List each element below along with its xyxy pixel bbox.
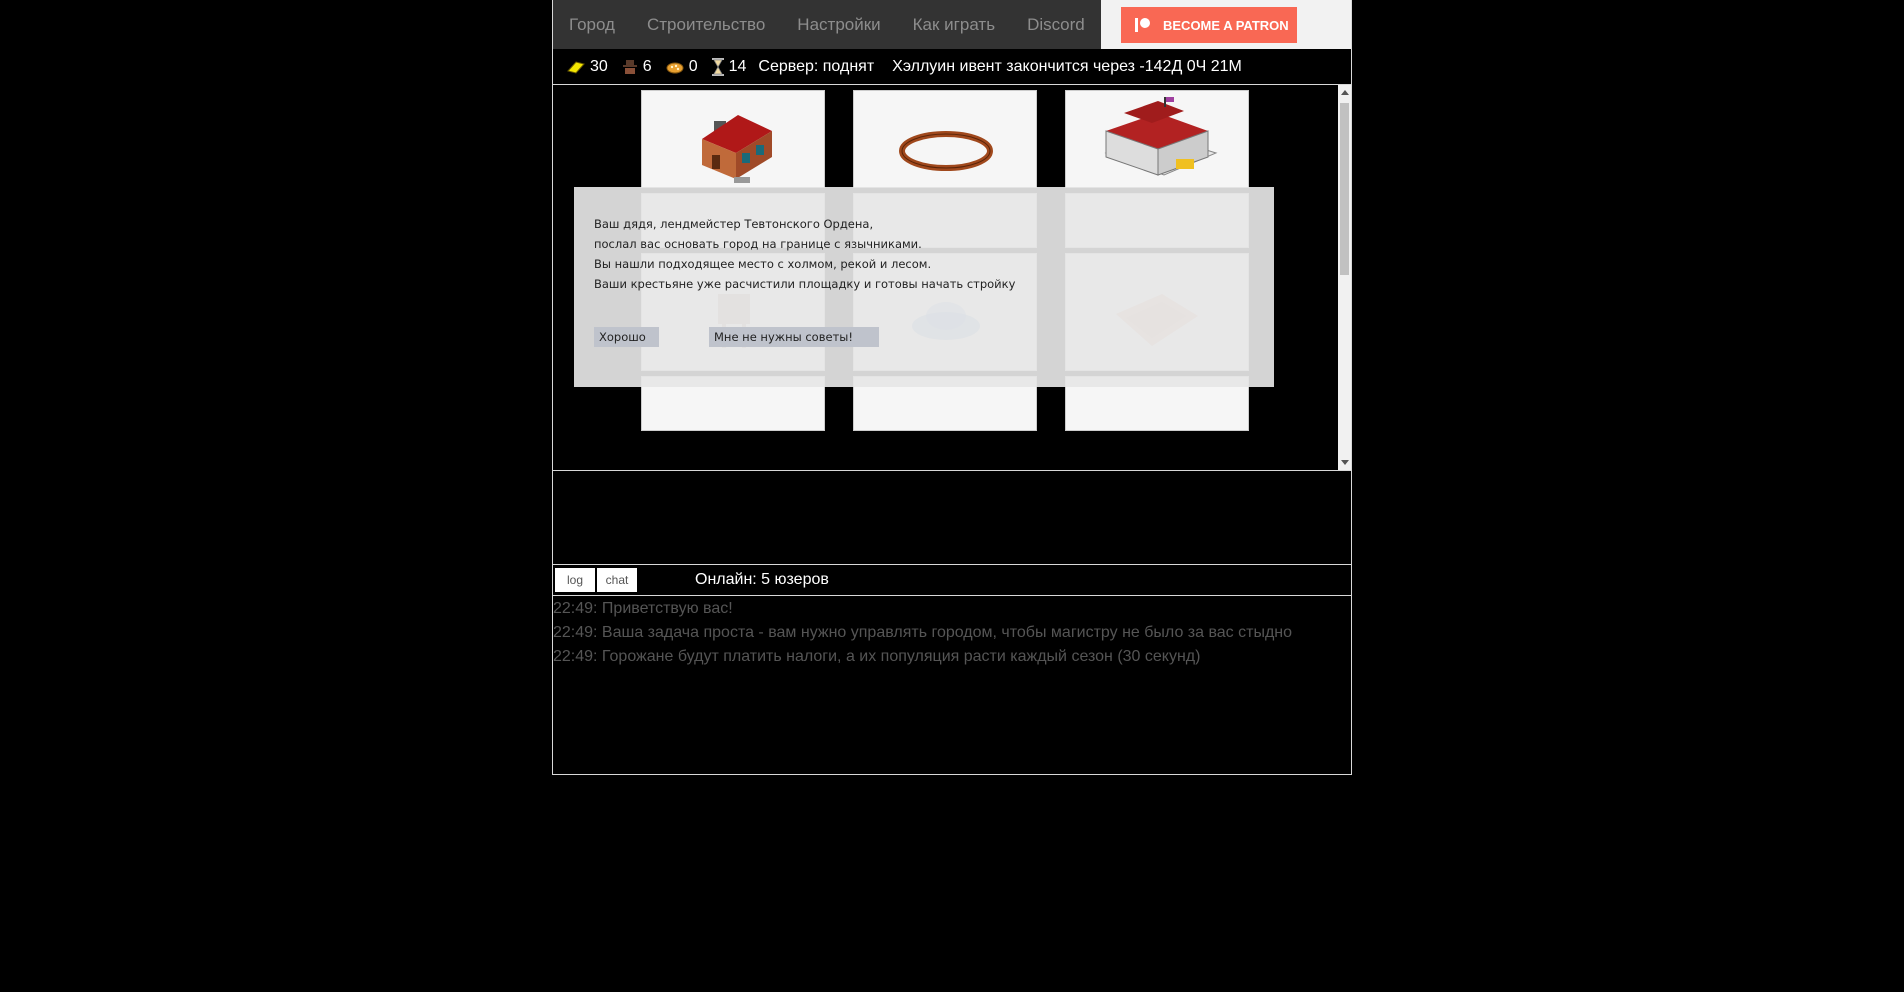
hourglass-icon (711, 58, 724, 76)
palisade-ring-icon (899, 131, 993, 171)
tab-log[interactable]: log (555, 568, 595, 592)
grid-scrollbar[interactable] (1338, 85, 1351, 470)
gold-icon (567, 61, 585, 74)
no-tips-button[interactable]: Мне не нужны советы! (709, 327, 879, 347)
patreon-icon (1135, 16, 1153, 34)
info-panel (553, 471, 1351, 565)
nav-menu: Город Строительство Настройки Как играть… (553, 0, 1101, 49)
become-patron-button[interactable]: BECOME A PATRON (1121, 7, 1297, 43)
nav-settings[interactable]: Настройки (781, 0, 896, 49)
log-line: 22:49: Ваша задача проста - вам нужно уп… (553, 624, 1293, 641)
tab-chat[interactable]: chat (597, 568, 637, 592)
game-frame: Город Строительство Настройки Как играть… (552, 0, 1352, 775)
dialog-line: Ваши крестьяне уже расчистили площадку и… (594, 277, 1016, 291)
dialog-line: Ваш дядя, лендмейстер Тевтонского Ордена… (594, 217, 874, 231)
bread-icon (666, 62, 684, 74)
people-value: 6 (642, 58, 652, 75)
nav-how-to-play[interactable]: Как играть (897, 0, 1011, 49)
patron-label: BECOME A PATRON (1163, 17, 1289, 33)
resource-bar: 30 6 0 14 Сервер: поднят Хэллуин ивент з… (553, 50, 1351, 85)
log-line: 22:49: Приветствую вас! (553, 600, 733, 617)
nav-city[interactable]: Город (553, 0, 631, 49)
building-tile-house[interactable] (641, 90, 825, 188)
manor-icon (1104, 97, 1218, 176)
online-count: Онлайн: 5 юзеров (695, 571, 829, 588)
time-resource: 14 (711, 58, 747, 76)
house-icon (702, 115, 772, 183)
food-resource: 0 (666, 58, 698, 76)
dialog-text: Ваш дядя, лендмейстер Тевтонского Ордена… (594, 214, 1015, 294)
gold-value: 30 (590, 58, 608, 75)
message-log: 22:49: Приветствую вас! 22:49: Ваша зада… (553, 597, 1351, 773)
scroll-down-icon[interactable] (1341, 460, 1349, 465)
time-value: 14 (728, 58, 747, 75)
scroll-up-icon[interactable] (1341, 90, 1349, 95)
nav-construction[interactable]: Строительство (631, 0, 781, 49)
people-icon (622, 60, 637, 74)
event-timer: Хэллуин ивент закончится через -142Д 0Ч … (892, 58, 1242, 75)
ok-button[interactable]: Хорошо (594, 327, 659, 347)
intro-dialog: Ваш дядя, лендмейстер Тевтонского Ордена… (574, 187, 1274, 387)
dialog-line: Вы нашли подходящее место с холмом, реко… (594, 257, 932, 271)
food-value: 0 (688, 58, 698, 75)
nav-discord[interactable]: Discord (1011, 0, 1101, 49)
people-resource: 6 (622, 58, 652, 76)
log-tabs: log chat Онлайн: 5 юзеров (553, 565, 1351, 596)
building-tile-manor[interactable] (1065, 90, 1249, 188)
log-line: 22:49: Горожане будут платить налоги, а … (553, 648, 1201, 665)
server-status: Сервер: поднят (758, 58, 875, 75)
scroll-thumb[interactable] (1340, 103, 1349, 275)
top-navigation: Город Строительство Настройки Как играть… (553, 0, 1351, 49)
gold-resource: 30 (567, 58, 608, 76)
dialog-line: послал вас основать город на границе с я… (594, 237, 922, 251)
building-tile-palisade[interactable] (853, 90, 1037, 188)
